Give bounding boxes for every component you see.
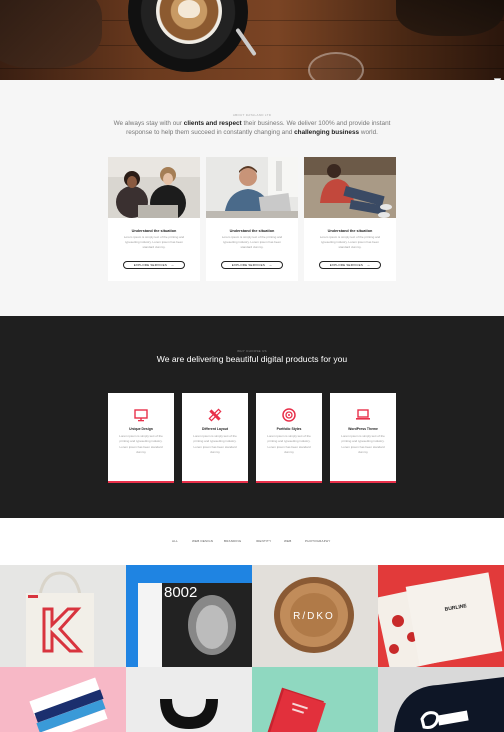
portfolio-tile-tote-bag[interactable] [0, 565, 126, 667]
wood-logo-text: R/DKO [293, 611, 335, 622]
hand-left-shape [0, 0, 102, 68]
hero-coffee-image [0, 0, 504, 80]
portfolio-tile-wood-logo[interactable]: R/DKO [252, 565, 378, 667]
laptop-icon [355, 407, 371, 423]
glass-shape [308, 52, 364, 80]
services-section: WHY CHOOSE US We are delivering beautifu… [0, 316, 504, 518]
explore-services-button[interactable]: EXPLORE SERVICES → [123, 261, 185, 269]
target-icon [281, 407, 297, 423]
portfolio-tile-red-book[interactable] [252, 667, 378, 732]
filter-web[interactable]: WEB [284, 539, 291, 543]
portfolio-tile-logo[interactable] [126, 667, 252, 732]
about-lead-text: We always stay with our clients and resp… [113, 120, 391, 137]
card-photo-women [108, 157, 200, 218]
filter-web-design[interactable]: WEB DESIGN [192, 539, 213, 543]
arrow-right-icon: → [366, 262, 371, 267]
about-section: ABOUT DATALAND LTD We always stay with o… [0, 80, 504, 316]
portfolio-filter-bar: ALL WEB DESIGN BRANDING IDENTITY WEB PHO… [0, 518, 504, 565]
card-title: Understand the situation [131, 229, 177, 233]
services-heading: We are delivering beautiful digital prod… [156, 354, 348, 364]
portfolio-tile-magazine[interactable]: 8002 [126, 565, 252, 667]
service-text: Lorem ipsum is simply text of the printi… [341, 434, 385, 455]
service-item: WordPress Theme Lorem ipsum is simply te… [330, 393, 396, 483]
service-card: Understand the situation Lorem ipsum is … [206, 157, 298, 281]
service-text: Lorem ipsum is simply text of the printi… [193, 434, 237, 455]
service-title: Unique Design [129, 427, 153, 431]
about-eyebrow: ABOUT DATALAND LTD [232, 113, 272, 117]
portfolio-tile-apparel[interactable] [378, 667, 504, 732]
filter-photography[interactable]: PHOTOGRAPHY [305, 539, 330, 543]
service-item: Different Layout Lorem ipsum is simply t… [182, 393, 248, 483]
card-text: Lorem ipsum is simply text of the printi… [221, 235, 283, 250]
card-text: Lorem ipsum is simply text of the printi… [319, 235, 381, 250]
hand-right-shape [396, 0, 504, 36]
card-photo-man-laptop [206, 157, 298, 218]
portfolio-tile-book[interactable]: BURLINE [378, 565, 504, 667]
card-title: Understand the situation [229, 229, 275, 233]
filter-branding[interactable]: BRANDING [224, 539, 241, 543]
card-text: Lorem ipsum is simply text of the printi… [123, 235, 185, 250]
service-card: Understand the situation Lorem ipsum is … [304, 157, 396, 281]
service-text: Lorem ipsum is simply text of the printi… [267, 434, 311, 455]
pencil-ruler-icon [207, 407, 223, 423]
explore-services-button[interactable]: EXPLORE SERVICES → [221, 261, 283, 269]
filter-all[interactable]: ALL [172, 539, 178, 543]
filter-identity[interactable]: IDENTITY [256, 539, 271, 543]
service-title: WordPress Theme [348, 427, 378, 431]
arrow-right-icon: → [268, 262, 273, 267]
explore-services-button[interactable]: EXPLORE SERVICES → [319, 261, 381, 269]
card-photo-casual [304, 157, 396, 218]
service-item: Portfolio Styles Lorem ipsum is simply t… [256, 393, 322, 483]
service-title: Different Layout [202, 427, 228, 431]
services-eyebrow: WHY CHOOSE US [237, 349, 267, 353]
arrow-right-icon: → [170, 262, 175, 267]
service-text: Lorem ipsum is simply text of the printi… [119, 434, 163, 455]
card-title: Understand the situation [327, 229, 373, 233]
latte-art-heart [178, 0, 200, 18]
portfolio-tile-swatches[interactable] [0, 667, 126, 732]
magazine-cover-number: 8002 [164, 584, 197, 601]
service-item: Unique Design Lorem ipsum is simply text… [108, 393, 174, 483]
service-title: Portfolio Styles [276, 427, 302, 431]
monitor-icon [133, 407, 149, 423]
service-card: Understand the situation Lorem ipsum is … [108, 157, 200, 281]
